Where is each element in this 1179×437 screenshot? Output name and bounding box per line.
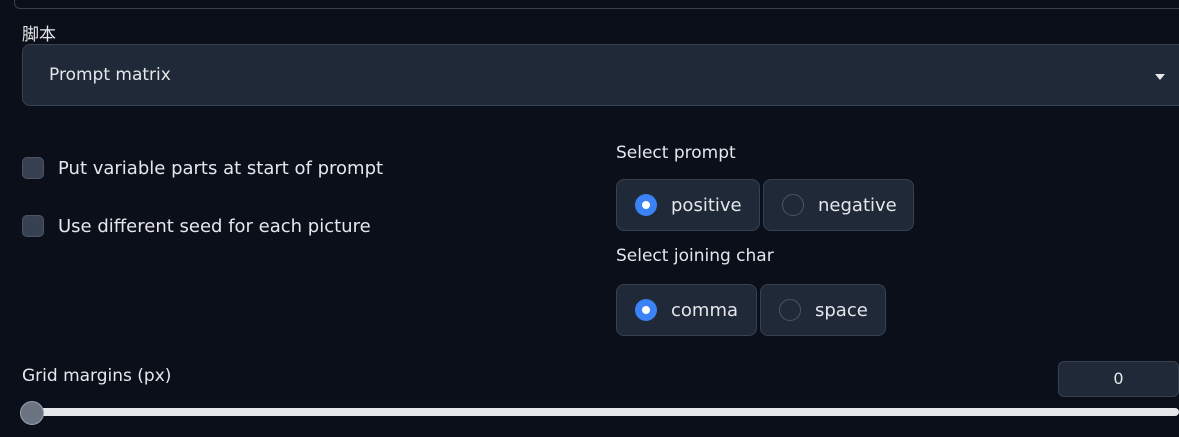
radio-negative-indicator[interactable] [782,194,804,216]
radio-positive-indicator[interactable] [635,194,657,216]
script-dropdown[interactable]: Prompt matrix [22,44,1179,106]
variable-parts-label: Put variable parts at start of prompt [58,157,384,179]
variable-parts-checkbox-row[interactable]: Put variable parts at start of prompt [22,157,383,179]
different-seed-checkbox[interactable] [22,215,44,237]
radio-space-indicator[interactable] [779,299,801,321]
script-label: 脚本 [22,25,56,45]
radio-positive[interactable]: positive [616,179,760,231]
grid-margins-slider-thumb[interactable] [20,401,44,425]
radio-comma[interactable]: comma [616,284,757,336]
different-seed-label: Use different seed for each picture [58,215,371,237]
radio-space-label: space [815,299,868,321]
select-prompt-title: Select prompt [616,143,736,163]
radio-comma-label: comma [671,299,739,321]
script-dropdown-value: Prompt matrix [49,65,171,85]
select-joining-title: Select joining char [616,246,774,266]
previous-panel-edge [14,0,1179,9]
radio-positive-label: positive [671,194,742,216]
variable-parts-checkbox[interactable] [22,157,44,179]
radio-negative-label: negative [818,194,897,216]
radio-space[interactable]: space [760,284,886,336]
different-seed-checkbox-row[interactable]: Use different seed for each picture [22,215,371,237]
grid-margins-label: Grid margins (px) [22,366,172,386]
chevron-down-icon [1155,74,1165,80]
radio-negative[interactable]: negative [763,179,914,231]
radio-comma-indicator[interactable] [635,299,657,321]
grid-margins-slider-track[interactable] [30,408,1179,416]
grid-margins-input[interactable]: 0 [1058,361,1179,397]
